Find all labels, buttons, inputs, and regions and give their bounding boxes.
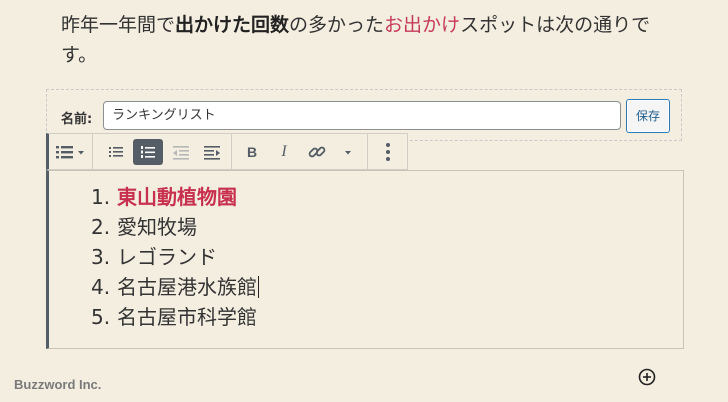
list-number: 1. (91, 185, 111, 209)
list-editor[interactable]: 1. 東山動植物園 2. 愛知牧場 3. レゴランド 4. 名古屋港水族館 5. 名古屋市… (46, 170, 684, 349)
save-button[interactable]: 保存 (626, 99, 670, 133)
list-item[interactable]: 3. レゴランド (91, 242, 259, 272)
list-number: 4. (91, 275, 111, 299)
bold-icon: B (246, 144, 258, 160)
text-cursor (258, 276, 259, 298)
toolbar-separator (367, 134, 368, 169)
list-number: 3. (91, 245, 111, 269)
brand-watermark: Buzzword Inc. (14, 377, 102, 392)
bulleted-list-button[interactable] (104, 139, 128, 165)
name-label: 名前: (61, 112, 93, 127)
block-toolbar: B I (46, 133, 408, 170)
list-style-button[interactable] (54, 139, 76, 165)
bulleted-list-icon (109, 147, 123, 157)
list-item[interactable]: 2. 愛知牧場 (91, 212, 259, 242)
more-formatting-dropdown[interactable] (341, 139, 355, 165)
page: 昨年一年間で出かけた回数の多かったお出かけスポットは次の通りです。 名前: ラン… (0, 0, 728, 402)
indent-button[interactable] (200, 139, 224, 165)
list-style-dropdown[interactable] (76, 139, 86, 165)
intro-text-1: 昨年一年間で (61, 14, 176, 36)
dropdown-arrow-icon (78, 151, 84, 155)
outdent-icon (173, 146, 189, 160)
add-block-button[interactable] (638, 368, 656, 386)
list-item-text: 名古屋港水族館 (117, 275, 257, 299)
numbered-list-icon (141, 146, 155, 158)
more-options-arrow-icon (345, 151, 351, 155)
toolbar-separator (231, 134, 232, 169)
list-item[interactable]: 4. 名古屋港水族館 (91, 272, 259, 302)
list-item[interactable]: 5. 名古屋市科学館 (91, 302, 259, 332)
list-item-text: 東山動植物園 (117, 185, 237, 209)
vertical-ellipsis-icon (386, 143, 390, 161)
link-icon (308, 146, 326, 158)
toolbar-separator (92, 134, 93, 169)
outdent-button[interactable] (169, 139, 193, 165)
add-block-icon (638, 368, 656, 386)
intro-text-2: の多かった (289, 14, 385, 36)
block-name-input[interactable]: ランキングリスト (103, 101, 621, 130)
ranking-list: 1. 東山動植物園 2. 愛知牧場 3. レゴランド 4. 名古屋港水族館 5. 名古屋市… (91, 182, 259, 332)
more-options-button[interactable] (377, 139, 399, 165)
italic-button[interactable]: I (273, 139, 295, 165)
list-style-icon (56, 146, 73, 159)
italic-icon: I (281, 143, 287, 160)
link-button[interactable] (305, 139, 329, 165)
list-item[interactable]: 1. 東山動植物園 (91, 182, 259, 212)
intro-highlight-text: お出かけ (384, 14, 461, 36)
list-item-text: 名古屋市科学館 (117, 305, 257, 329)
list-number: 2. (91, 215, 111, 239)
intro-bold-text: 出かけた回数 (175, 14, 290, 36)
indent-icon (204, 146, 220, 160)
list-item-text: レゴランド (117, 245, 217, 269)
bold-button[interactable]: B (241, 139, 263, 165)
intro-paragraph: 昨年一年間で出かけた回数の多かったお出かけスポットは次の通りです。 (61, 10, 681, 70)
list-number: 5. (91, 305, 111, 329)
numbered-list-button[interactable] (133, 139, 163, 165)
list-item-text: 愛知牧場 (117, 215, 197, 239)
